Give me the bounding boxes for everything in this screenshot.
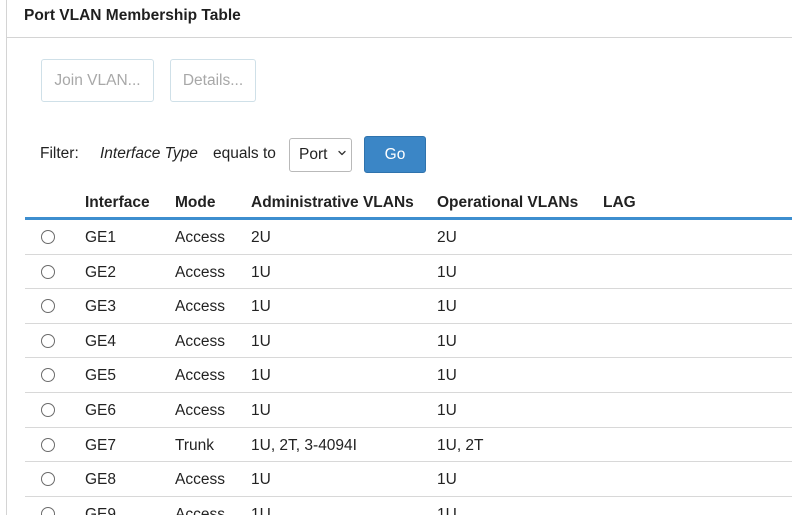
cell-interface: GE1 bbox=[85, 229, 117, 246]
cell-operational-vlans: 1U bbox=[437, 332, 457, 350]
cell-operational-vlans: 1U bbox=[437, 401, 457, 419]
cell-operational-vlans: 1U bbox=[437, 367, 457, 385]
cell-operational-vlans: 1U, 2T bbox=[437, 436, 484, 454]
table-row[interactable]: GE2 Access 1U 1U bbox=[25, 255, 792, 290]
cell-interface: GE2 bbox=[85, 263, 117, 281]
cell-mode: Access bbox=[175, 332, 225, 350]
interface-type-select[interactable]: Port bbox=[289, 138, 352, 172]
cell-mode: Access bbox=[175, 367, 225, 385]
cell-mode: Trunk bbox=[175, 436, 215, 454]
cell-mode: Access bbox=[175, 263, 225, 281]
row-select-radio[interactable] bbox=[41, 402, 55, 417]
interface-type-selected: Port bbox=[299, 146, 328, 163]
cell-operational-vlans: 2U bbox=[437, 229, 457, 246]
join-vlan-button[interactable]: Join VLAN... bbox=[41, 59, 154, 102]
column-header-mode[interactable]: Mode bbox=[175, 194, 215, 212]
column-header-operational-vlans[interactable]: Operational VLANs bbox=[437, 194, 578, 212]
cell-administrative-vlans: 1U bbox=[251, 332, 271, 350]
cell-interface: GE4 bbox=[85, 332, 117, 350]
cell-mode: Access bbox=[175, 471, 225, 489]
cell-administrative-vlans: 1U, 2T, 3-4094I bbox=[251, 436, 357, 454]
port-vlan-table: Interface Mode Administrative VLANs Oper… bbox=[25, 185, 792, 515]
go-button[interactable]: Go bbox=[364, 136, 426, 173]
filter-field-name: Interface Type bbox=[100, 145, 198, 162]
table-row[interactable]: GE8 Access 1U 1U bbox=[25, 462, 792, 497]
cell-operational-vlans: 1U bbox=[437, 505, 457, 515]
row-select-radio[interactable] bbox=[41, 368, 55, 383]
row-select-radio[interactable] bbox=[41, 264, 55, 279]
cell-administrative-vlans: 1U bbox=[251, 298, 271, 316]
membership-panel: Port VLAN Membership Table Join VLAN... … bbox=[6, 0, 792, 515]
column-header-interface[interactable]: Interface bbox=[85, 194, 150, 212]
row-select-radio[interactable] bbox=[41, 299, 55, 314]
cell-administrative-vlans: 1U bbox=[251, 505, 271, 515]
cell-interface: GE3 bbox=[85, 298, 117, 316]
row-select-radio[interactable] bbox=[41, 506, 55, 515]
table-row[interactable]: GE5 Access 1U 1U bbox=[25, 358, 792, 393]
table-row[interactable]: GE9 Access 1U 1U bbox=[25, 497, 792, 515]
cell-interface: GE6 bbox=[85, 401, 117, 419]
table-body: GE1 Access 2U 2U GE2 Access 1U 1U GE3 Access 1U 1U G… bbox=[25, 220, 792, 515]
table-row[interactable]: GE1 Access 2U 2U bbox=[25, 220, 792, 255]
cell-administrative-vlans: 1U bbox=[251, 471, 271, 489]
table-row[interactable]: GE4 Access 1U 1U bbox=[25, 324, 792, 359]
cell-administrative-vlans: 1U bbox=[251, 263, 271, 281]
table-row[interactable]: GE3 Access 1U 1U bbox=[25, 289, 792, 324]
table-row[interactable]: GE6 Access 1U 1U bbox=[25, 393, 792, 428]
cell-mode: Access bbox=[175, 401, 225, 419]
cell-mode: Access bbox=[175, 505, 225, 515]
cell-operational-vlans: 1U bbox=[437, 471, 457, 489]
cell-mode: Access bbox=[175, 298, 225, 316]
cell-mode: Access bbox=[175, 229, 225, 246]
row-select-radio[interactable] bbox=[41, 230, 55, 244]
filter-operator: equals to bbox=[213, 145, 276, 162]
column-header-administrative-vlans[interactable]: Administrative VLANs bbox=[251, 194, 414, 212]
details-button[interactable]: Details... bbox=[170, 59, 256, 102]
cell-administrative-vlans: 1U bbox=[251, 401, 271, 419]
cell-administrative-vlans: 2U bbox=[251, 229, 271, 246]
cell-administrative-vlans: 1U bbox=[251, 367, 271, 385]
cell-interface: GE8 bbox=[85, 471, 117, 489]
column-header-lag[interactable]: LAG bbox=[603, 194, 636, 212]
cell-interface: GE7 bbox=[85, 436, 117, 454]
filter-bar: Filter: Interface Type equals to Port Go bbox=[7, 136, 707, 173]
cell-interface: GE9 bbox=[85, 505, 117, 515]
cell-operational-vlans: 1U bbox=[437, 298, 457, 316]
cell-operational-vlans: 1U bbox=[437, 263, 457, 281]
row-select-radio[interactable] bbox=[41, 472, 55, 487]
page-title: Port VLAN Membership Table bbox=[24, 7, 241, 24]
table-row[interactable]: GE7 Trunk 1U, 2T, 3-4094I 1U, 2T bbox=[25, 428, 792, 463]
row-select-radio[interactable] bbox=[41, 437, 55, 452]
row-select-radio[interactable] bbox=[41, 333, 55, 348]
filter-label: Filter: bbox=[40, 145, 79, 162]
title-bar: Port VLAN Membership Table bbox=[7, 0, 792, 38]
cell-interface: GE5 bbox=[85, 367, 117, 385]
table-header: Interface Mode Administrative VLANs Oper… bbox=[25, 185, 792, 220]
chevron-down-icon bbox=[338, 150, 346, 156]
